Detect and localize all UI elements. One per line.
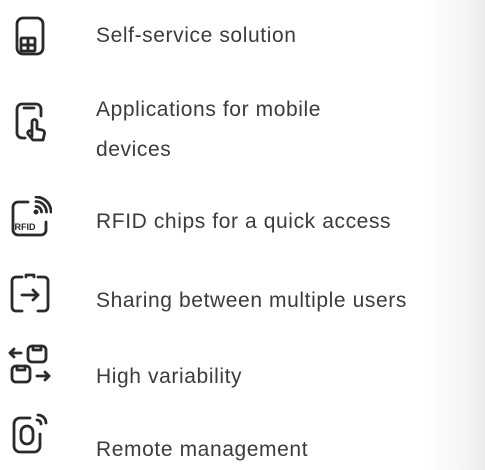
feature-mobile-apps: Applications for mobile devices [0, 90, 485, 180]
swap-arrows-icon [8, 342, 52, 386]
feature-rfid: RFID RFID chips for a quick access [0, 196, 485, 246]
rfid-icon-text: RFID [15, 222, 36, 232]
feature-sharing: Sharing between multiple users [0, 271, 485, 321]
feature-list: Self-service solution Applications for m… [0, 0, 485, 467]
remote-signal-icon [8, 412, 52, 456]
feature-label: Applications for mobile devices [96, 98, 322, 161]
feature-label: High variability [96, 365, 243, 388]
feature-variability: High variability [0, 342, 485, 392]
feature-remote-management: Remote management [0, 412, 485, 467]
feature-self-service: Self-service solution [0, 8, 485, 58]
feature-label: Self-service solution [96, 24, 297, 47]
feature-label: RFID chips for a quick access [96, 210, 392, 233]
share-arrow-icon [8, 271, 52, 315]
tablet-grid-icon [8, 14, 52, 58]
feature-label: Sharing between multiple users [96, 289, 407, 312]
rfid-icon: RFID [8, 196, 52, 240]
phone-touch-icon [8, 100, 52, 144]
feature-label: Remote management [96, 438, 309, 461]
